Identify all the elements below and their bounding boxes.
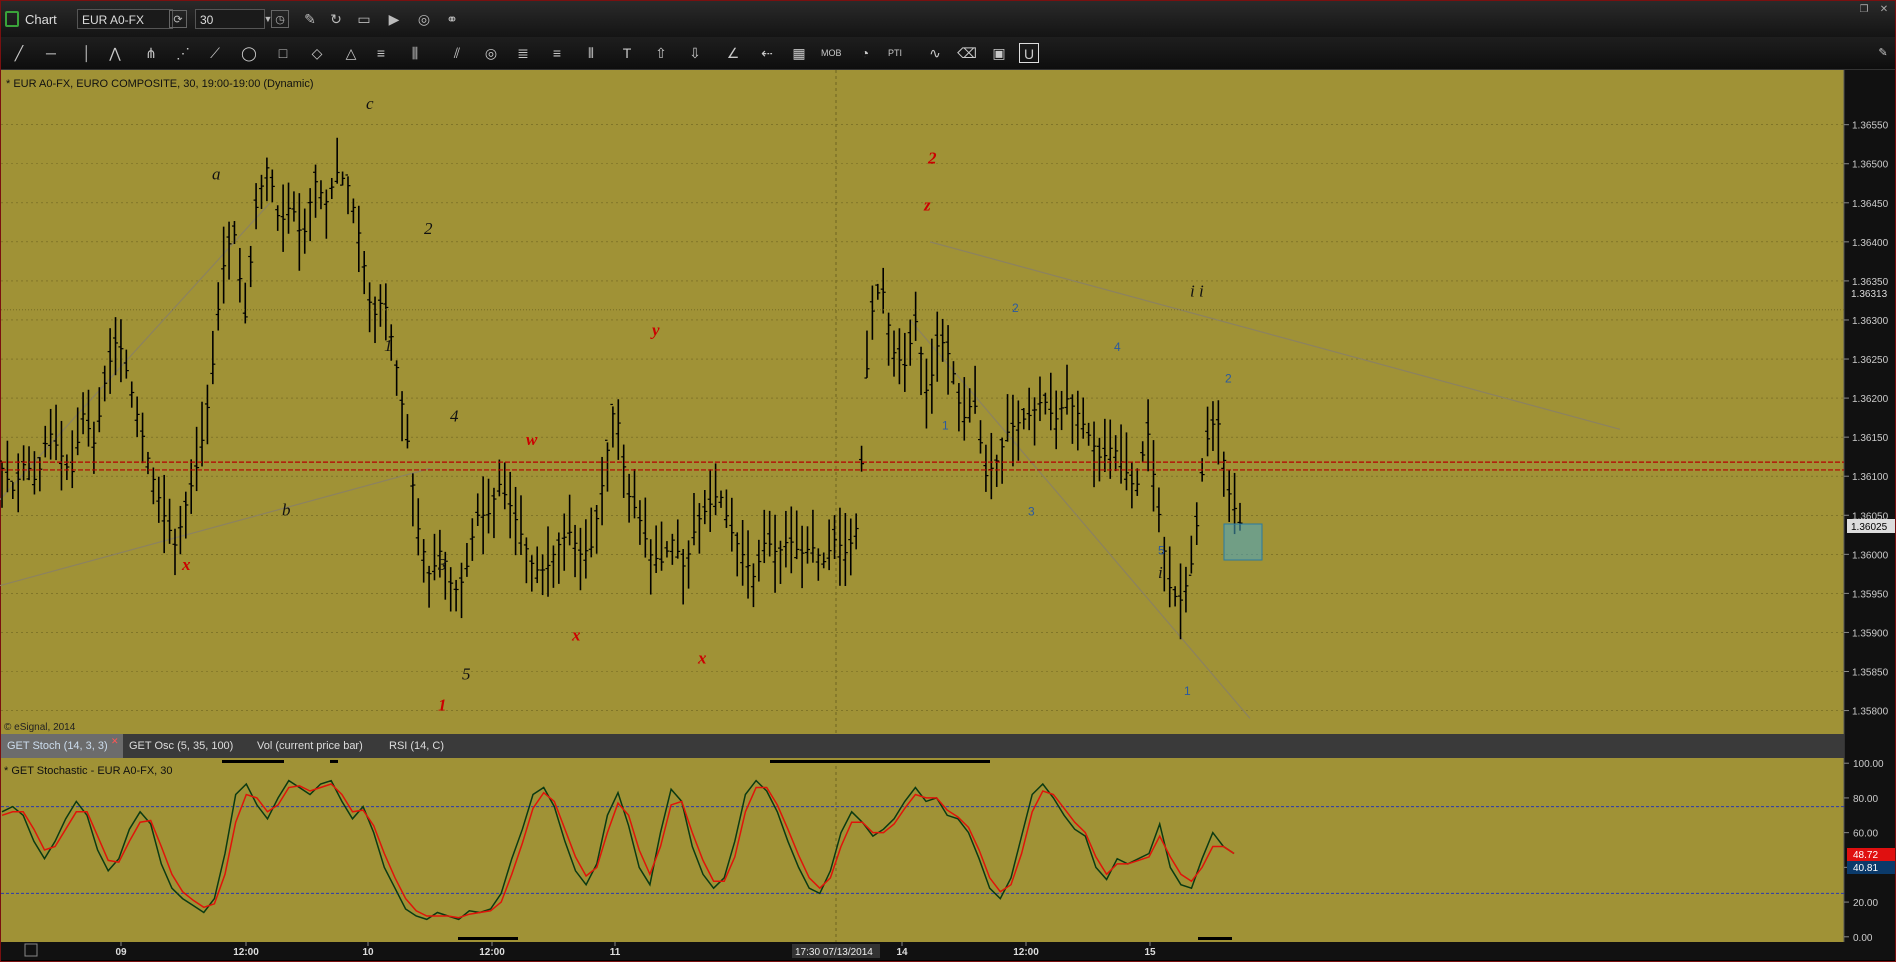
wave-label: x [181, 555, 191, 574]
wave-label: 1 [1184, 684, 1191, 698]
time-tick-label: 12:00 [1013, 947, 1039, 958]
wave-label: a [212, 164, 221, 183]
wave-label: b [282, 500, 291, 519]
stoch-tick-label: 100.00 [1853, 759, 1884, 770]
price-tick-label: 1.36250 [1852, 355, 1889, 366]
time-tick-label: 10 [362, 947, 374, 958]
price-tick-label: 1.36300 [1852, 316, 1889, 327]
wave-label: 2 [424, 219, 433, 238]
wave-label: i [1158, 563, 1163, 582]
price-tick-label: 1.36400 [1852, 238, 1889, 249]
wave-label: x [697, 649, 707, 668]
wave-label: i i [1190, 282, 1204, 301]
hline-price-label: 1.36313 [1851, 289, 1888, 300]
wave-label: 5 [462, 664, 471, 683]
wave-label: w [526, 430, 538, 449]
time-tick-label: 12:00 [233, 947, 259, 958]
price-tick-label: 1.36000 [1852, 550, 1889, 561]
stoch-tick-label: 0.00 [1853, 933, 1873, 944]
time-tick-label: 15 [1144, 947, 1156, 958]
tab-rsi[interactable]: RSI (14, C) [383, 734, 450, 758]
stoch-k-label: 48.72 [1853, 850, 1878, 861]
price-tick-label: 1.36500 [1852, 160, 1889, 171]
time-tick-label: 11 [610, 947, 621, 958]
price-pane-header: * EUR A0-FX, EURO COMPOSITE, 30, 19:00-1… [6, 78, 313, 90]
stoch-pane-header: * GET Stochastic - EUR A0-FX, 30 [4, 765, 173, 777]
wave-label: 5 [1158, 543, 1165, 557]
price-tick-label: 1.35850 [1852, 668, 1889, 679]
wave-label: 1 [942, 418, 949, 432]
wave-label: 4 [1114, 340, 1121, 354]
price-tick-label: 1.36550 [1852, 121, 1889, 132]
tab-get-osc[interactable]: GET Osc (5, 35, 100) [123, 734, 239, 758]
tab-label: GET Osc (5, 35, 100) [129, 740, 234, 752]
price-tick-label: 1.36450 [1852, 199, 1889, 210]
stoch-pane-background [1, 758, 1844, 942]
wave-label: 1 [438, 696, 447, 715]
price-tick-label: 1.35800 [1852, 707, 1889, 718]
wave-label: 3 [437, 555, 447, 574]
stoch-tick-label: 60.00 [1853, 829, 1878, 840]
wave-label: x [571, 625, 581, 644]
time-tick-label: 09 [115, 947, 127, 958]
indicator-tabs: GET Stoch (14, 3, 3) ✕ GET Osc (5, 35, 1… [1, 734, 1844, 758]
tab-vol[interactable]: Vol (current price bar) [251, 734, 369, 758]
wave-label: z [923, 196, 931, 215]
selection-box[interactable] [1223, 523, 1263, 561]
wave-label: c [366, 94, 374, 113]
time-tick-label: 14 [896, 947, 908, 958]
time-tick-label: 12:00 [479, 947, 505, 958]
wave-label: 3 [1028, 504, 1035, 518]
wave-label: 2 [927, 149, 937, 168]
esignal-footer: © eSignal, 2014 [4, 722, 76, 733]
wave-label: y [650, 321, 660, 340]
tab-label: GET Stoch (14, 3, 3) [7, 740, 108, 752]
stoch-tick-label: 80.00 [1853, 794, 1878, 805]
stoch-d-label: 40.81 [1853, 863, 1878, 874]
wave-label: 1 [384, 336, 393, 355]
tab-label: Vol (current price bar) [257, 740, 363, 752]
chart-canvas[interactable]: ca214bx 351wxyx2z12345ii i12 1.358001.358… [0, 0, 1896, 962]
tab-get-stoch[interactable]: GET Stoch (14, 3, 3) [1, 734, 123, 758]
price-tick-label: 1.36100 [1852, 472, 1889, 483]
price-pane-background [1, 70, 1844, 734]
wave-label: 2 [1225, 371, 1232, 385]
tab-close-icon[interactable]: ✕ [111, 736, 119, 747]
price-tick-label: 1.35900 [1852, 628, 1889, 639]
crosshair-time-label: 17:30 07/13/2014 [795, 947, 873, 958]
price-tick-label: 1.36200 [1852, 394, 1889, 405]
last-price-label: 1.36025 [1851, 522, 1888, 533]
tab-label: RSI (14, C) [389, 740, 445, 752]
price-tick-label: 1.35950 [1852, 589, 1889, 600]
time-axis-background [1, 942, 1895, 960]
stoch-tick-label: 20.00 [1853, 898, 1878, 909]
wave-label: 4 [450, 407, 459, 426]
wave-label: 2 [1012, 301, 1019, 315]
price-tick-label: 1.36150 [1852, 433, 1889, 444]
